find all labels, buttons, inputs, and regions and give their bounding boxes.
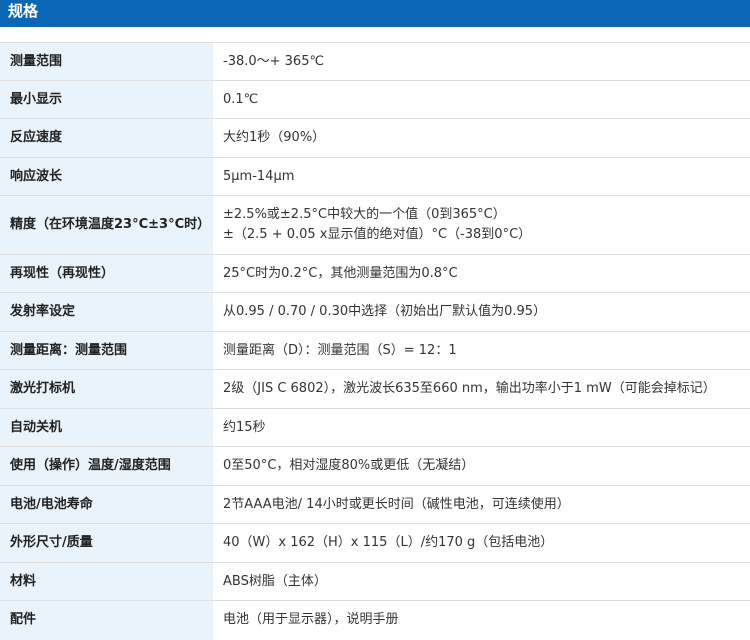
spec-label: 最小显示 [0,80,213,119]
spec-value: 2级（JIS C 6802），激光波长635至660 nm，输出功率小于1 mW… [213,369,750,409]
spec-value-line: 测量距离（D）：测量范围（S）= 12：1 [223,342,457,358]
table-row: 使用（操作）温度/湿度范围 0至50°C，相对湿度80%或更低（无凝结） [0,446,750,486]
spec-label: 响应波长 [0,157,213,196]
table-row: 最小显示 0.1℃ [0,80,750,119]
spec-label: 精度（在环境温度23°C±3°C时） [0,195,213,255]
spec-label: 再现性（再现性） [0,254,213,293]
spec-value: 测量距离（D）：测量范围（S）= 12：1 [213,331,750,370]
table-row: 精度（在环境温度23°C±3°C时） ±2.5%或±2.5°C中较大的一个值（0… [0,195,750,255]
spec-value: 电池（用于显示器），说明手册 [213,600,750,640]
table-row: 材料 ABS树脂（主体） [0,562,750,601]
table-row: 反应速度 大约1秒（90%） [0,118,750,158]
table-row: 响应波长 5μm-14μm [0,157,750,196]
spec-value-line: -38.0～+ 365℃ [223,53,325,69]
table-row: 测量距离：测量范围 测量距离（D）：测量范围（S）= 12：1 [0,331,750,370]
spec-label: 自动关机 [0,408,213,447]
spec-value: ±2.5%或±2.5°C中较大的一个值（0到365°C） ±（2.5 + 0.0… [213,195,750,255]
spec-value-line: 0.1℃ [223,91,259,107]
spec-value: 约15秒 [213,408,750,447]
table-row: 电池/电池寿命 2节AAA电池/ 14小时或更长时间（碱性电池，可连续使用） [0,485,750,524]
spec-value-line: 25°C时为0.2°C，其他测量范围为0.8°C [223,265,458,281]
table-row: 发射率设定 从0.95 / 0.70 / 0.30中选择（初始出厂默认值为0.9… [0,292,750,332]
spec-value: -38.0～+ 365℃ [213,42,750,81]
table-row: 外形尺寸/质量 40（W）x 162（H）x 115（L）/约170 g（包括电… [0,523,750,563]
table-row: 自动关机 约15秒 [0,408,750,447]
spec-label: 激光打标机 [0,369,213,409]
spec-value-line: 0至50°C，相对湿度80%或更低（无凝结） [223,458,475,473]
spec-label: 反应速度 [0,118,213,158]
spec-value-line: 电池（用于显示器），说明手册 [223,612,399,628]
spec-label: 电池/电池寿命 [0,485,213,524]
spec-value: 0至50°C，相对湿度80%或更低（无凝结） [213,446,750,486]
spec-value: 40（W）x 162（H）x 115（L）/约170 g（包括电池） [213,523,750,563]
spec-label: 外形尺寸/质量 [0,523,213,563]
spec-value-line: ±2.5%或±2.5°C中较大的一个值（0到365°C） [223,207,506,222]
table-row: 再现性（再现性） 25°C时为0.2°C，其他测量范围为0.8°C [0,254,750,293]
spec-value: 从0.95 / 0.70 / 0.30中选择（初始出厂默认值为0.95） [213,292,750,332]
table-row: 配件 电池（用于显示器），说明手册 [0,600,750,640]
section-header: 规格 [0,0,750,27]
spec-label: 发射率设定 [0,292,213,332]
spec-value-line: ABS树脂（主体） [223,573,327,589]
spec-value: 5μm-14μm [213,157,750,196]
spec-label: 配件 [0,600,213,640]
spec-label: 材料 [0,562,213,601]
spec-value: 25°C时为0.2°C，其他测量范围为0.8°C [213,254,750,293]
spec-table: 测量范围 -38.0～+ 365℃ 最小显示 0.1℃ 反应速度 大约1秒（90… [0,42,750,640]
spec-value: 2节AAA电池/ 14小时或更长时间（碱性电池，可连续使用） [213,485,750,524]
spec-value-line: 40（W）x 162（H）x 115（L）/约170 g（包括电池） [223,535,554,550]
spec-value: 0.1℃ [213,80,750,119]
spec-value-line: 从0.95 / 0.70 / 0.30中选择（初始出厂默认值为0.95） [223,304,547,319]
spec-value-line: 5μm-14μm [223,168,295,184]
spec-label: 测量范围 [0,42,213,81]
section-title: 规格 [8,2,39,20]
spec-value-line: 2节AAA电池/ 14小时或更长时间（碱性电池，可连续使用） [223,496,570,512]
spec-value-line: 约15秒 [223,419,266,435]
spec-value-line: 大约1秒（90%） [223,130,326,145]
spec-value: ABS树脂（主体） [213,562,750,601]
spec-value: 大约1秒（90%） [213,118,750,158]
spec-value-line: ±（2.5 + 0.05 x显示值的绝对值）°C（-38到0°C） [223,227,532,242]
table-row: 测量范围 -38.0～+ 365℃ [0,42,750,81]
spec-value-line: 2级（JIS C 6802），激光波长635至660 nm，输出功率小于1 mW… [223,381,716,396]
spec-label: 测量距离：测量范围 [0,331,213,370]
spec-label: 使用（操作）温度/湿度范围 [0,446,213,486]
table-row: 激光打标机 2级（JIS C 6802），激光波长635至660 nm，输出功率… [0,369,750,409]
